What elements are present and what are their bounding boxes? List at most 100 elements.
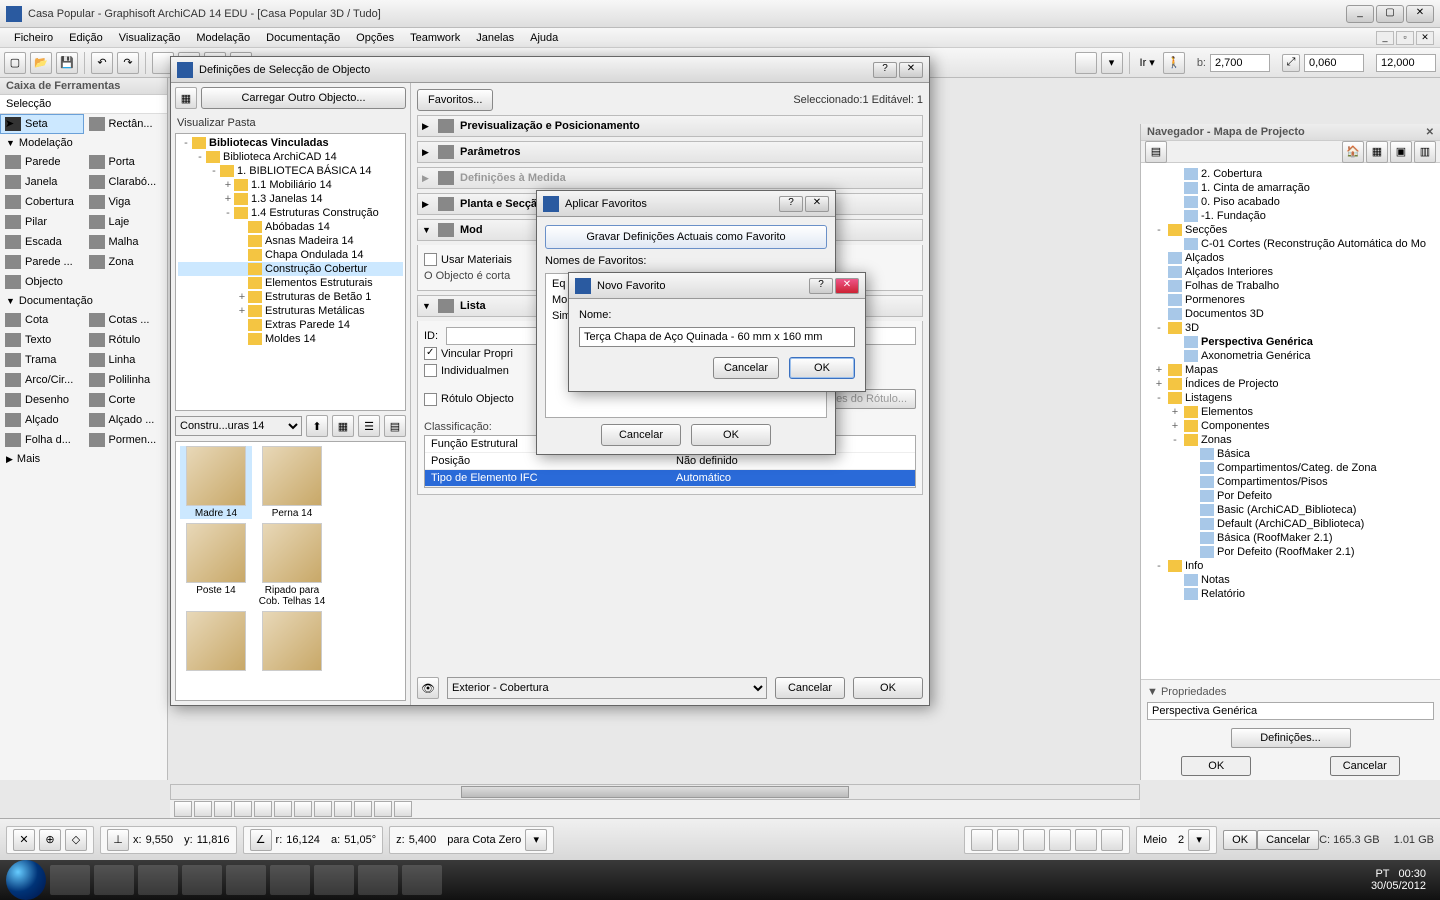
- zoom-icon[interactable]: [334, 801, 352, 817]
- toolbox-section-doc[interactable]: ▼Documentação: [0, 292, 167, 310]
- coord-ok-button[interactable]: OK: [1223, 830, 1257, 850]
- tool-item[interactable]: Trama: [0, 350, 84, 370]
- division-icon[interactable]: ▾: [1188, 829, 1210, 851]
- nav-tree-node[interactable]: +Mapas: [1143, 363, 1438, 377]
- layer-select[interactable]: Exterior - Cobertura: [447, 677, 767, 699]
- undo-icon[interactable]: ↶: [91, 52, 113, 74]
- tool-item[interactable]: Corte: [84, 390, 168, 410]
- taskbar-app-icon[interactable]: [358, 865, 398, 895]
- library-tree-node[interactable]: +Estruturas Metálicas: [178, 304, 403, 318]
- tool-item[interactable]: Zona: [84, 252, 168, 272]
- polar-icon[interactable]: ∠: [250, 829, 272, 851]
- library-tree-node[interactable]: -1. BIBLIOTECA BÁSICA 14: [178, 164, 403, 178]
- nav-prop-title[interactable]: ▼ Propriedades: [1145, 684, 1436, 700]
- new-favorite-titlebar[interactable]: Novo Favorito ?✕: [569, 273, 865, 299]
- favorites-ok-button[interactable]: OK: [691, 424, 771, 446]
- library-tree-node[interactable]: Asnas Madeira 14: [178, 234, 403, 248]
- tool-item[interactable]: Parede: [0, 152, 84, 172]
- zoom-icon[interactable]: [394, 801, 412, 817]
- toolbox-section-model[interactable]: ▼Modelação: [0, 134, 167, 152]
- nav-tab-icon[interactable]: ▣: [1390, 141, 1412, 163]
- taskbar-app-icon[interactable]: [270, 865, 310, 895]
- zoom-icon[interactable]: [214, 801, 232, 817]
- favorite-name-input[interactable]: [579, 327, 855, 347]
- panel-params[interactable]: Parâmetros: [417, 141, 923, 163]
- navigator-tree[interactable]: 2. Cobertura1. Cinta de amarração0. Piso…: [1141, 163, 1440, 679]
- nav-tree-node[interactable]: Alçados: [1143, 251, 1438, 265]
- nav-tree-node[interactable]: Perspectiva Genérica: [1143, 335, 1438, 349]
- nav-tree-node[interactable]: -3D: [1143, 321, 1438, 335]
- zoom-icon[interactable]: [294, 801, 312, 817]
- coord-cancel-button[interactable]: Cancelar: [1257, 830, 1319, 850]
- nav-tree-node[interactable]: 1. Cinta de amarração: [1143, 181, 1438, 195]
- object-thumbnail[interactable]: Poste 14: [180, 523, 252, 607]
- nav-tree-node[interactable]: Basic (ArchiCAD_Biblioteca): [1143, 503, 1438, 517]
- tool-item[interactable]: [84, 272, 168, 292]
- tool-item[interactable]: Polilinha: [84, 370, 168, 390]
- tool-item[interactable]: Linha: [84, 350, 168, 370]
- snap-icon[interactable]: ◇: [65, 829, 87, 851]
- taskbar-app-icon[interactable]: [50, 865, 90, 895]
- dialog-help-icon[interactable]: ?: [809, 278, 833, 294]
- mdi-restore[interactable]: ▫: [1396, 31, 1414, 45]
- nav-tree-node[interactable]: Relatório: [1143, 587, 1438, 601]
- tool-item[interactable]: Clarabó...: [84, 172, 168, 192]
- nav-tree-node[interactable]: 2. Cobertura: [1143, 167, 1438, 181]
- close-button[interactable]: ✕: [1406, 5, 1434, 23]
- tool-item[interactable]: Viga: [84, 192, 168, 212]
- minimize-button[interactable]: _: [1346, 5, 1374, 23]
- tool-item[interactable]: Parede ...: [0, 252, 84, 272]
- menu-file[interactable]: Ficheiro: [6, 30, 61, 46]
- library-tree-node[interactable]: -1.4 Estruturas Construção: [178, 206, 403, 220]
- up-folder-icon[interactable]: ⬆: [306, 415, 328, 437]
- snap-icon[interactable]: ✕: [13, 829, 35, 851]
- library-tree-node[interactable]: Elementos Estruturais: [178, 276, 403, 290]
- tool-item[interactable]: Laje: [84, 212, 168, 232]
- toolbox-more[interactable]: ▶Mais: [0, 450, 167, 468]
- tracker-icon[interactable]: [1023, 829, 1045, 851]
- menu-doc[interactable]: Documentação: [258, 30, 348, 46]
- nav-tree-node[interactable]: -Info: [1143, 559, 1438, 573]
- menu-windows[interactable]: Janelas: [468, 30, 522, 46]
- nav-tree-node[interactable]: Folhas de Trabalho: [1143, 279, 1438, 293]
- tool-marquee[interactable]: Rectân...: [84, 114, 168, 134]
- zoom-icon[interactable]: [274, 801, 292, 817]
- tool-item[interactable]: Malha: [84, 232, 168, 252]
- tool-item[interactable]: Cota: [0, 310, 84, 330]
- menu-options[interactable]: Opções: [348, 30, 402, 46]
- tool-item[interactable]: Texto: [0, 330, 84, 350]
- library-tree-node[interactable]: Chapa Ondulada 14: [178, 248, 403, 262]
- tool-item[interactable]: Rótulo: [84, 330, 168, 350]
- maximize-button[interactable]: ▢: [1376, 5, 1404, 23]
- tracker-icon[interactable]: [1101, 829, 1123, 851]
- individually-checkbox[interactable]: [424, 364, 437, 377]
- object-thumbnail[interactable]: [180, 611, 252, 673]
- tool-item[interactable]: Alçado ...: [84, 410, 168, 430]
- library-tree-node[interactable]: Moldes 14: [178, 332, 403, 346]
- tracker-icon[interactable]: [1075, 829, 1097, 851]
- nav-mode-icon[interactable]: ▤: [1145, 141, 1167, 163]
- menu-help[interactable]: Ajuda: [522, 30, 566, 46]
- nav-tab-icon[interactable]: 🏠: [1342, 141, 1364, 163]
- menu-edit[interactable]: Edição: [61, 30, 111, 46]
- nav-tree-node[interactable]: +Componentes: [1143, 419, 1438, 433]
- label-object-checkbox[interactable]: [424, 393, 437, 406]
- nav-tree-node[interactable]: +Índices de Projecto: [1143, 377, 1438, 391]
- mdi-minimize[interactable]: _: [1376, 31, 1394, 45]
- nav-tree-node[interactable]: -Zonas: [1143, 433, 1438, 447]
- snap-icon[interactable]: ⊕: [39, 829, 61, 851]
- tool-item[interactable]: Porta: [84, 152, 168, 172]
- classification-row[interactable]: PosiçãoNão definido: [425, 453, 915, 470]
- new-icon[interactable]: ▢: [4, 52, 26, 74]
- view-mode-icon[interactable]: ▦: [332, 415, 354, 437]
- tracker-icon[interactable]: [971, 829, 993, 851]
- axis-icon[interactable]: ⊥: [107, 829, 129, 851]
- zoom-icon[interactable]: [254, 801, 272, 817]
- view-mode-icon[interactable]: ☰: [358, 415, 380, 437]
- nav-tree-node[interactable]: Por Defeito (RoofMaker 2.1): [1143, 545, 1438, 559]
- zoom-icon[interactable]: [174, 801, 192, 817]
- dialog-close-icon[interactable]: ✕: [805, 196, 829, 212]
- nav-tree-node[interactable]: C-01 Cortes (Reconstrução Automática do …: [1143, 237, 1438, 251]
- tool-item[interactable]: Cobertura: [0, 192, 84, 212]
- tool-item[interactable]: Alçado: [0, 410, 84, 430]
